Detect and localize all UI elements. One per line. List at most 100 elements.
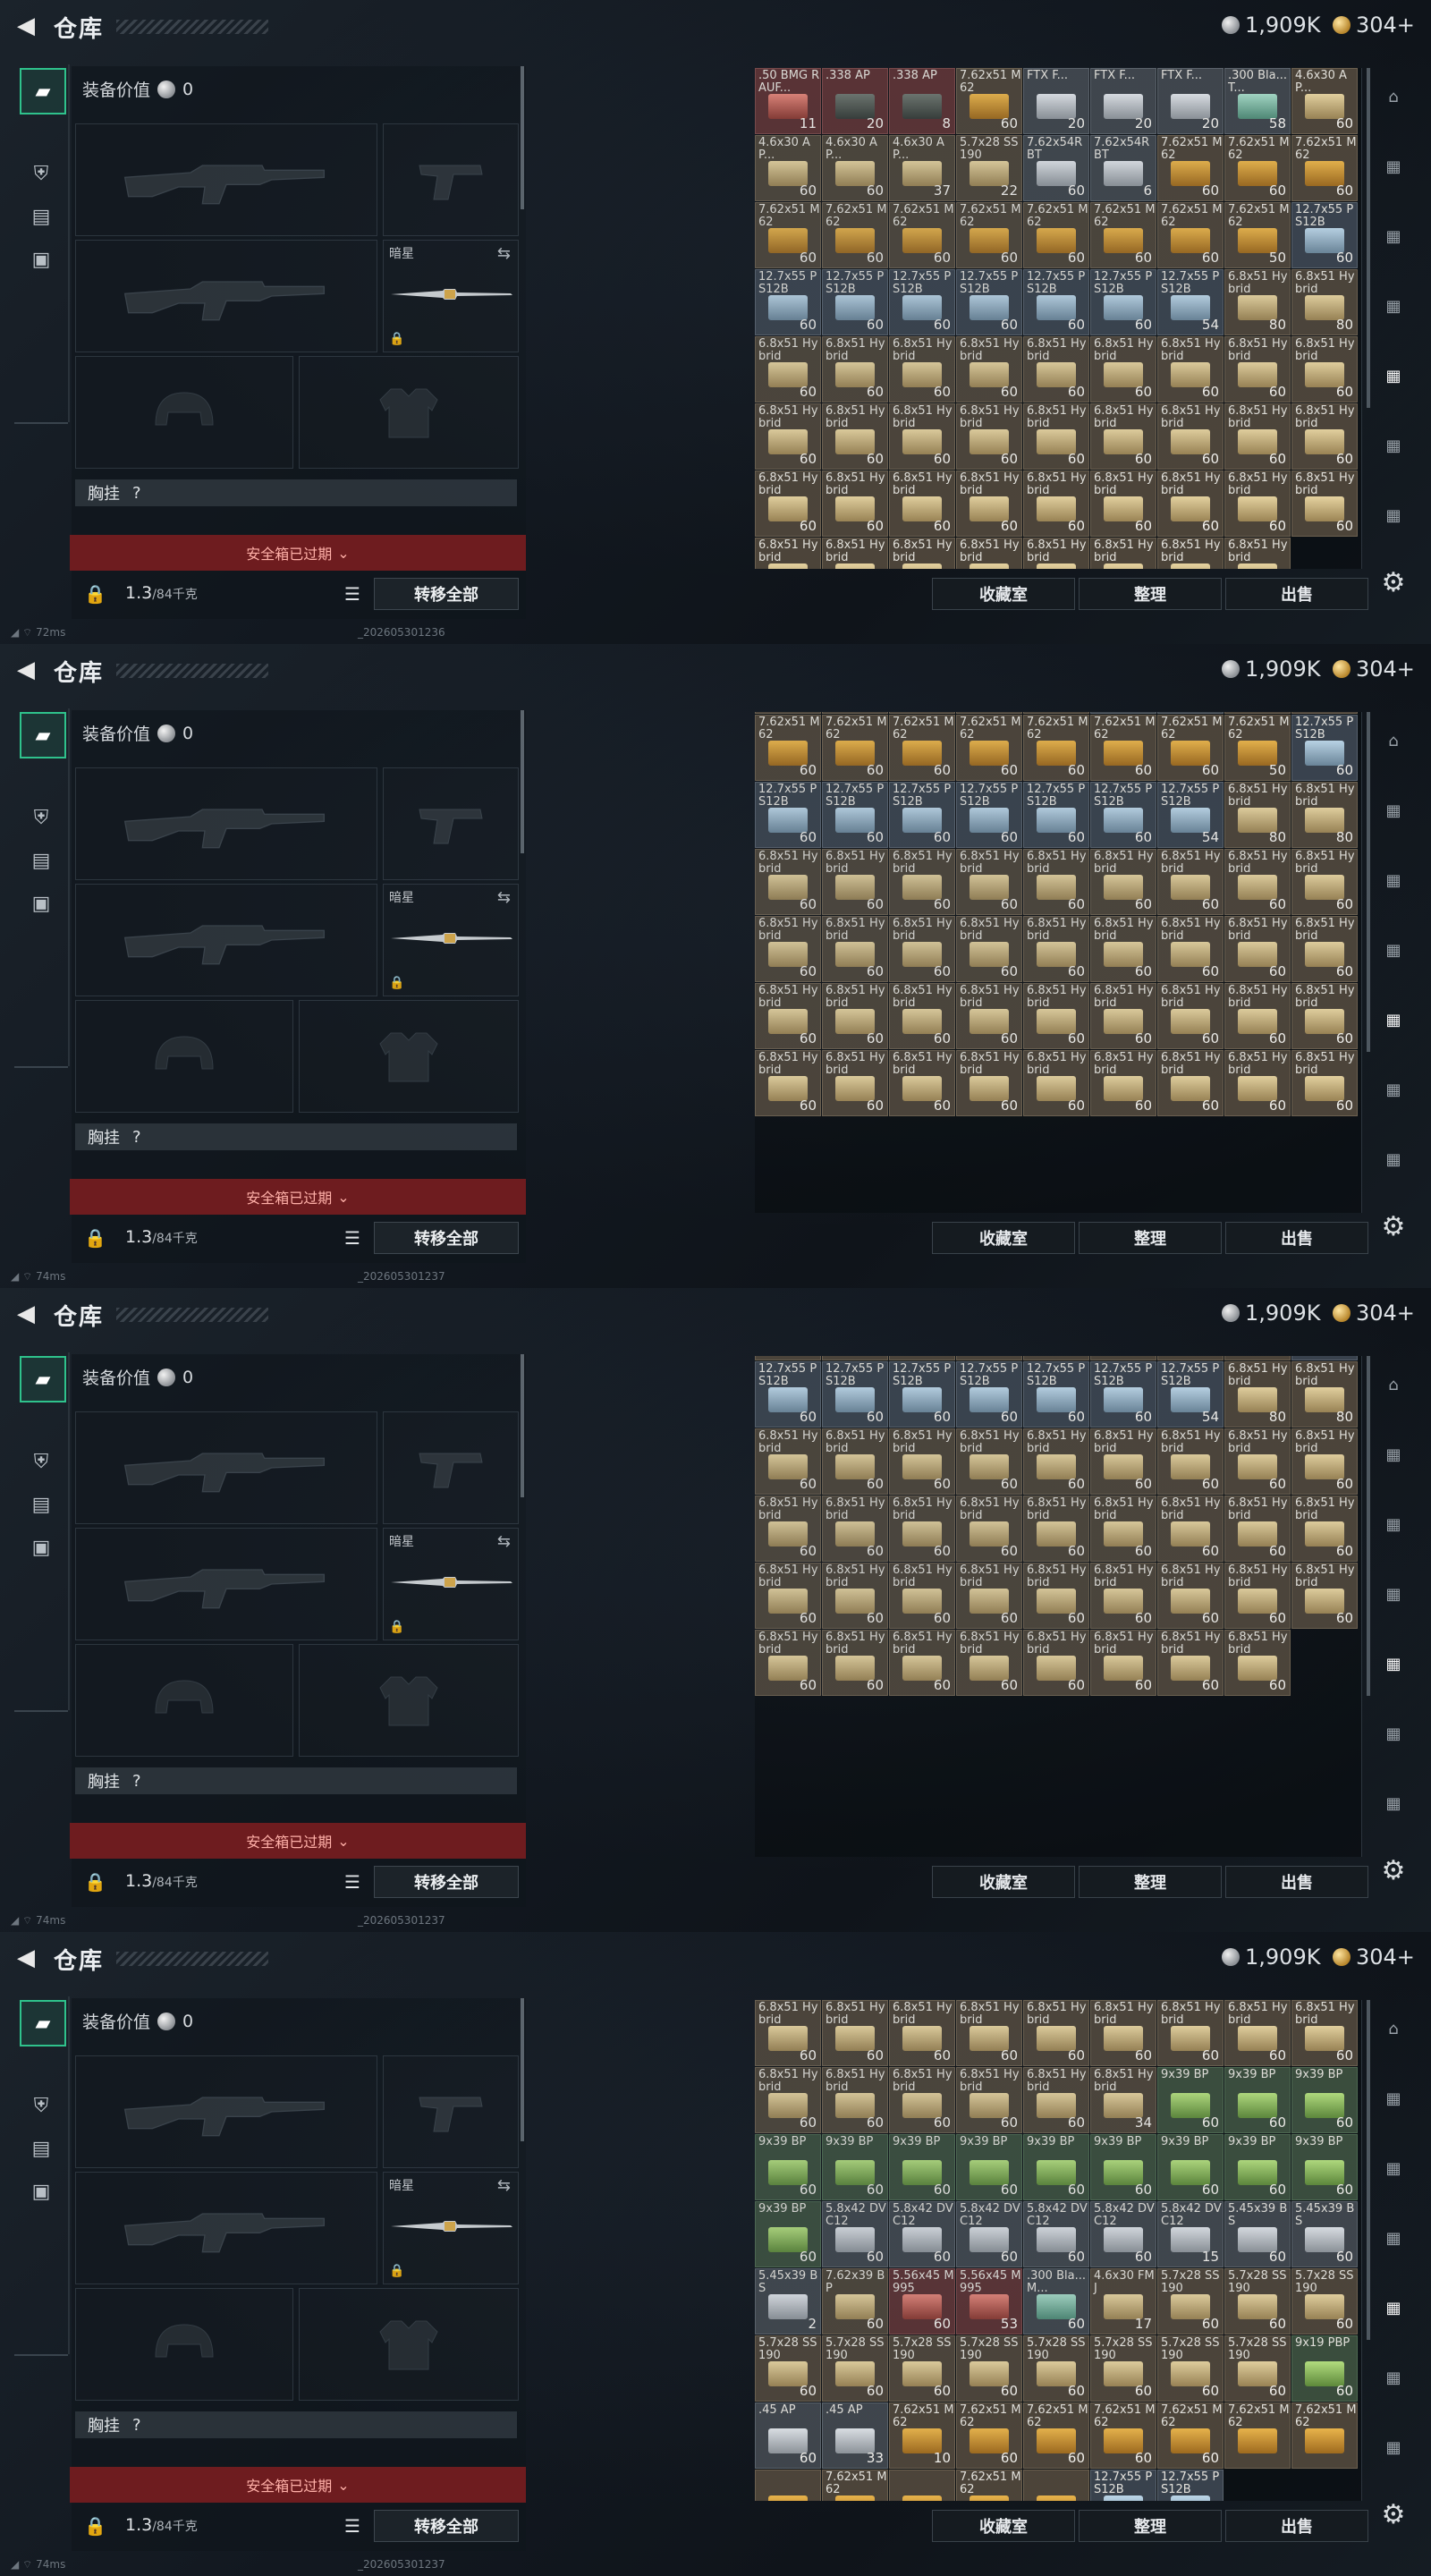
stash-item[interactable]: 7.62x54R BT 60 — [1023, 135, 1089, 201]
stash-item[interactable]: 6.8x51 Hybrid 60 — [1023, 1050, 1089, 1116]
page-iv-icon[interactable]: ▦ — [1374, 2079, 1413, 2118]
stash-item[interactable]: 6.8x51 Hybrid 60 — [1291, 1050, 1358, 1116]
stash-item[interactable]: 6.8x51 Hybrid 60 — [1291, 2000, 1358, 2066]
stash-item[interactable]: 7.62x51 M6260 — [1157, 135, 1224, 201]
stash-item[interactable]: 5.45x39 BS 2 — [755, 2268, 821, 2334]
stash-item[interactable]: .45 AP 33 — [822, 2402, 888, 2469]
primary-weapon-slot[interactable] — [75, 123, 377, 236]
stash-item[interactable]: 6.8x51 Hybrid 60 — [1224, 1428, 1291, 1495]
rifle-tab-icon[interactable]: ▰ — [20, 2000, 66, 2046]
stash-item[interactable]: 9x39 BP 60 — [1090, 2134, 1156, 2200]
arch-icon[interactable]: ⌂ — [1374, 2009, 1413, 2048]
stash-item[interactable]: 6.8x51 Hybrid 60 — [1291, 1496, 1358, 1562]
stash-item[interactable]: 6.8x51 Hybrid 60 — [889, 336, 955, 402]
stash-item[interactable]: 9x39 BP 60 — [1157, 2134, 1224, 2200]
stash-item[interactable]: 6.8x51 Hybrid 60 — [1023, 983, 1089, 1049]
stash-item[interactable]: 6.8x51 Hybrid 60 — [956, 403, 1022, 470]
stash-item[interactable]: 5.56x45 M995 53 — [956, 2268, 1022, 2334]
stash-item[interactable]: 60 — [822, 712, 888, 714]
stash-item[interactable]: 22 — [1023, 712, 1089, 714]
stash-item[interactable]: 6.8x51 Hybrid 60 — [1023, 403, 1089, 470]
stash-item[interactable]: 6.8x51 Hybrid 60 — [889, 1428, 955, 1495]
stash-item[interactable]: 6.8x51 Hybrid 60 — [822, 336, 888, 402]
stash-item[interactable]: 5.8x42 DVC12 60 — [889, 2201, 955, 2267]
stash-item[interactable]: 6.8x51 Hybrid 60 — [755, 1428, 821, 1495]
stash-item[interactable]: 6.8x51 Hybrid 60 — [1224, 2000, 1291, 2066]
stash-item[interactable]: 6.8x51 Hybrid 60 — [1157, 336, 1224, 402]
list-icon[interactable]: ☰ — [340, 581, 365, 606]
stash-item[interactable]: 7.62x51 M6260 — [1224, 135, 1291, 201]
stash-item[interactable]: 6.8x51 Hybrid 60 — [956, 1496, 1022, 1562]
stash-item[interactable]: 12.7x55 PS12B 60 — [1023, 269, 1089, 335]
stash-item[interactable]: 7.62x51 M6260 — [956, 2402, 1022, 2469]
stash-item[interactable]: 6.8x51 Hybrid 60 — [889, 1630, 955, 1696]
stash-item[interactable]: 12.7x55 PS12B 60 — [889, 1361, 955, 1428]
stash-item[interactable]: FTX F... 20 — [1157, 68, 1224, 134]
stash-item[interactable]: 12.7x55 PS12B 60 — [822, 1361, 888, 1428]
stash-item[interactable]: 6.8x51 Hybrid 60 — [956, 849, 1022, 915]
chest-rig-row[interactable]: 胸挂? — [75, 479, 517, 506]
stash-item[interactable]: 9x39 BP 60 — [1224, 2134, 1291, 2200]
page-vi-icon[interactable]: ▦ — [1374, 286, 1413, 326]
stash-item[interactable]: 7.62x51 M6250 — [1224, 715, 1291, 781]
stash-item[interactable]: 7.62x51 M6260 — [956, 68, 1022, 134]
stash-item[interactable]: 6.8x51 Hybrid 60 — [755, 2000, 821, 2066]
pistol-slot[interactable] — [383, 2055, 519, 2168]
list-icon[interactable]: ☰ — [340, 1869, 365, 1894]
stash-item[interactable]: 7.62x51 M6260 — [1157, 202, 1224, 268]
stash-item[interactable]: 7.62x39 BP 60 — [822, 2268, 888, 2334]
page-iv-active-icon[interactable]: ▦ — [1374, 356, 1413, 395]
transfer-all-button[interactable]: 转移全部 — [374, 2510, 519, 2542]
stash-item[interactable]: 7.62x51 M6260 — [1090, 1356, 1156, 1360]
stash-item[interactable]: 6.8x51 Hybrid 60 — [1157, 916, 1224, 982]
gear-icon[interactable]: ⚙ — [1377, 1211, 1410, 1243]
stash-item[interactable]: 6.8x51 Hybrid 60 — [956, 2000, 1022, 2066]
stash-item[interactable]: 7.62x51 M62 10 — [889, 2402, 955, 2469]
pistol-slot[interactable] — [383, 1411, 519, 1524]
backpack-tab-icon[interactable]: ▣ — [20, 882, 63, 925]
stash-item[interactable]: 9x19 PBP 60 — [1291, 2335, 1358, 2402]
stash-item[interactable]: 9x39 BP 60 — [822, 2134, 888, 2200]
stash-item[interactable]: 7.62x51 M6260 — [956, 202, 1022, 268]
stash-item[interactable]: 6.8x51 Hybrid 60 — [1090, 336, 1156, 402]
stash-item[interactable]: 7.62x51 M62 — [1224, 2402, 1291, 2469]
stash-item[interactable]: 4.6x30 AP... 60 — [822, 135, 888, 201]
stash-item[interactable]: 6.8x51 Hybrid 60 — [755, 1496, 821, 1562]
stash-item[interactable]: 6.8x51 Hybrid 80 — [1224, 269, 1291, 335]
stash-item[interactable]: 6.8x51 Hybrid 60 — [1291, 470, 1358, 537]
stash-item[interactable]: 6.8x51 Hybrid 60 — [1157, 983, 1224, 1049]
stash-item[interactable]: 6.8x51 Hybrid 60 — [1224, 470, 1291, 537]
panel-scrollbar[interactable] — [521, 1354, 524, 1497]
stash-item[interactable]: 6.8x51 Hybrid 60 — [755, 849, 821, 915]
stash-item[interactable]: 6.8x51 Hybrid 60 — [822, 1630, 888, 1696]
gold-currency[interactable]: 304+ — [1333, 657, 1415, 682]
stash-item[interactable]: 5.7x28 SS190 60 — [956, 2335, 1022, 2402]
stash-item[interactable]: 6.8x51 Hybrid 60 — [1023, 1563, 1089, 1629]
chest-rig-row[interactable]: 胸挂? — [75, 2411, 517, 2438]
stash-item[interactable]: 5.7x28 SS190 60 — [1157, 2268, 1224, 2334]
stash-item[interactable]: 6.8x51 Hybrid 60 — [1291, 983, 1358, 1049]
stash-item[interactable]: 6.8x51 Hybrid 60 — [956, 1050, 1022, 1116]
stash-item[interactable]: .45 AP 60 — [755, 2402, 821, 2469]
stash-item[interactable]: 6.8x51 Hybrid 60 — [1023, 1496, 1089, 1562]
backpack-tab-icon[interactable]: ▣ — [20, 2170, 63, 2213]
primary-weapon-slot[interactable] — [75, 767, 377, 880]
stash-item[interactable]: 4.6x30 AP... 37 — [889, 135, 955, 201]
list-icon[interactable]: ☰ — [340, 1225, 365, 1250]
stash-item[interactable]: 6.8x51 Hybrid 60 — [1090, 849, 1156, 915]
helmet-tab-icon[interactable]: ⛨ — [20, 2084, 63, 2127]
stash-scrollbar[interactable] — [1367, 712, 1370, 1052]
stash-item[interactable]: 7.62x51 M6260 — [755, 715, 821, 781]
stash-item[interactable]: 6.8x51 Hybrid 60 — [755, 2067, 821, 2133]
stash-item[interactable]: 4.6x30 AP... 60 — [1291, 68, 1358, 134]
stash-item[interactable]: 7.62x51 M6260 — [1023, 2402, 1089, 2469]
stash-item[interactable]: 6.8x51 Hybrid 60 — [755, 470, 821, 537]
transfer-all-button[interactable]: 转移全部 — [374, 578, 519, 610]
stash-item[interactable]: 6.8x51 Hybrid 60 — [956, 1630, 1022, 1696]
stash-item[interactable]: 7.62x51 M6250 — [1224, 1356, 1291, 1360]
stash-item[interactable]: 6 — [1157, 712, 1224, 714]
stash-item[interactable]: 60 — [1291, 712, 1358, 714]
stash-item[interactable] — [889, 2470, 955, 2501]
stash-item[interactable]: 6.8x51 Hybrid 60 — [1291, 916, 1358, 982]
stash-item[interactable]: 9x39 BP 60 — [889, 2134, 955, 2200]
